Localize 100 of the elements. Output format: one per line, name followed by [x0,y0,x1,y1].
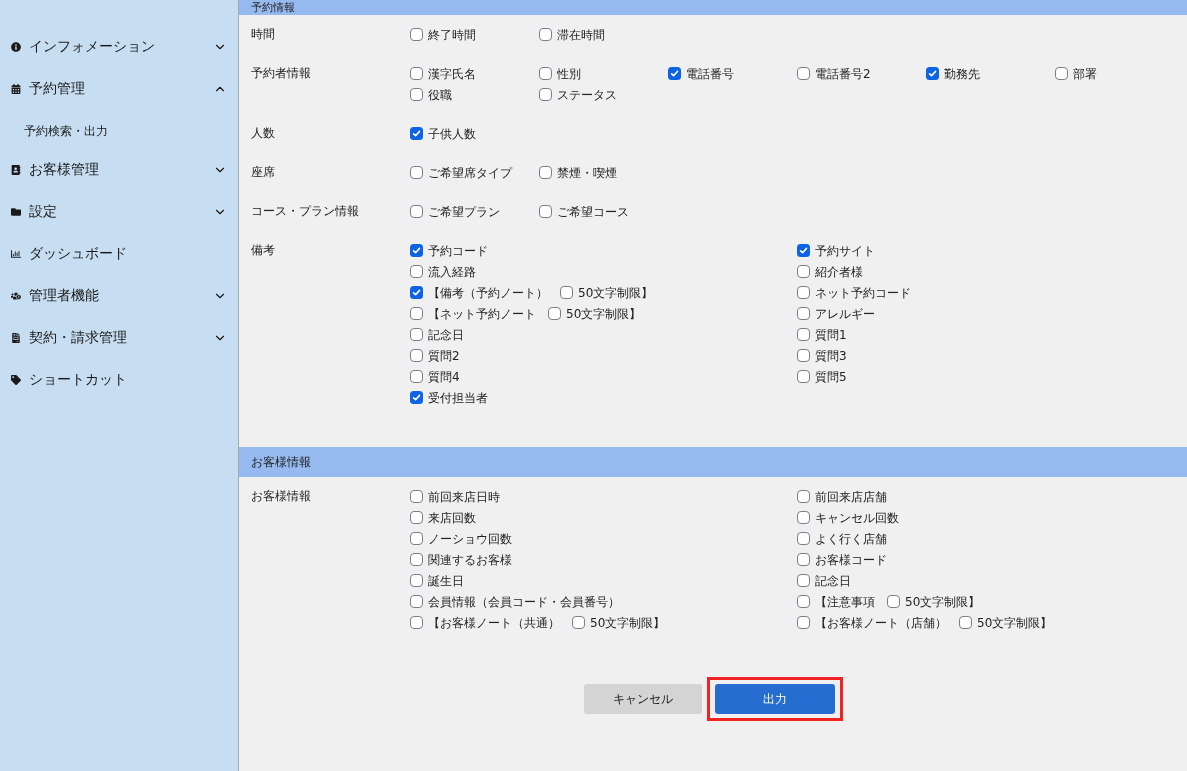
checkbox[interactable] [797,307,810,320]
checkbox-label: 役職 [428,86,452,103]
checkbox[interactable] [539,67,552,80]
checkbox-label: 記念日 [815,572,851,589]
checkbox[interactable] [668,67,681,80]
checkbox[interactable] [797,574,810,587]
sidebar-item[interactable]: 設定 [0,191,238,233]
checkbox-label: 性別 [557,65,581,82]
checkbox[interactable] [410,574,423,587]
checkbox[interactable] [410,127,423,140]
sidebar-item[interactable]: ダッシュボード [0,233,238,275]
sidebar-item[interactable]: 管理者機能 [0,275,238,317]
checkbox[interactable] [539,88,552,101]
checkbox-label: 50文字制限】 [566,305,642,322]
checkbox-label: 紹介者様 [815,263,863,280]
checkbox-label: 来店回数 [428,509,476,526]
checkbox[interactable] [410,532,423,545]
checkbox[interactable] [410,88,423,101]
checkbox[interactable] [797,244,810,257]
checkbox[interactable] [797,265,810,278]
cancel-button[interactable]: キャンセル [583,684,702,714]
sidebar-subitem[interactable]: 予約検索・出力 [0,110,238,149]
checkbox-label: キャンセル回数 [815,509,899,526]
checkbox[interactable] [410,391,423,404]
checkbox-label: 勤務先 [944,65,980,82]
checkbox-label: 予約コード [428,242,488,259]
checkbox-label: 会員情報（会員コード・会員番号） [428,593,620,610]
checkbox-label: 【ネット予約ノート [428,305,536,322]
checkbox-label: 前回来店店舗 [815,488,887,505]
checkbox[interactable] [410,286,423,299]
checkbox-label: 【お客様ノート（店舗） [815,614,947,631]
section-header: お客様情報 [239,447,1187,477]
checkbox[interactable] [410,511,423,524]
checkbox[interactable] [410,28,423,41]
checkbox[interactable] [410,265,423,278]
checkbox-label: 【お客様ノート（共通） [428,614,560,631]
bar-chart-icon [11,249,21,259]
checkbox-label: ご希望コース [557,203,629,220]
checkbox[interactable] [410,553,423,566]
checkbox-label: 質問5 [815,368,847,385]
checkbox[interactable] [410,616,423,629]
checkbox-label: 質問1 [815,326,847,343]
row-label: 人数 [251,125,276,142]
sidebar-item[interactable]: 予約管理 [0,68,238,110]
checkbox-label: 受付担当者 [428,389,488,406]
checkbox[interactable] [959,616,972,629]
checkbox-label: 予約サイト [815,242,875,259]
document-icon [11,333,21,343]
folder-icon [11,207,21,217]
checkbox-label: ネット予約コード [815,284,911,301]
checkbox[interactable] [797,616,810,629]
checkbox[interactable] [410,244,423,257]
section-header: 予約情報 [239,0,1187,15]
checkbox[interactable] [539,28,552,41]
checkbox-label: 50文字制限】 [578,284,654,301]
checkbox-label: 50文字制限】 [590,614,666,631]
checkbox[interactable] [1055,67,1068,80]
checkbox[interactable] [410,166,423,179]
checkbox[interactable] [410,205,423,218]
calendar-icon [11,84,21,94]
checkbox[interactable] [797,532,810,545]
checkbox[interactable] [797,349,810,362]
checkbox[interactable] [797,595,810,608]
checkbox[interactable] [572,616,585,629]
checkbox[interactable] [797,511,810,524]
checkbox-label: 子供人数 [428,125,476,142]
row-label: お客様情報 [251,488,312,505]
tag-icon [11,375,21,385]
checkbox[interactable] [410,307,423,320]
row-label: 時間 [251,26,276,43]
checkbox-label: 質問2 [428,347,460,364]
checkbox-label: 禁煙・喫煙 [557,164,617,181]
checkbox[interactable] [797,328,810,341]
sidebar-item[interactable]: 契約・請求管理 [0,317,238,359]
checkbox[interactable] [410,370,423,383]
checkbox[interactable] [410,490,423,503]
checkbox[interactable] [797,490,810,503]
row-label: コース・プラン情報 [251,203,360,220]
checkbox[interactable] [887,595,900,608]
checkbox-label: 50文字制限】 [977,614,1053,631]
checkbox[interactable] [539,166,552,179]
checkbox-label: 電話番号2 [815,65,871,82]
checkbox[interactable] [797,553,810,566]
export-button[interactable]: 出力 [714,684,835,714]
checkbox[interactable] [539,205,552,218]
checkbox[interactable] [548,307,561,320]
checkbox-label: ご希望席タイプ [428,164,512,181]
checkbox-label: ステータス [557,86,617,103]
checkbox[interactable] [410,67,423,80]
checkbox[interactable] [797,286,810,299]
checkbox[interactable] [410,349,423,362]
checkbox[interactable] [410,595,423,608]
checkbox[interactable] [410,328,423,341]
checkbox[interactable] [926,67,939,80]
checkbox[interactable] [797,370,810,383]
checkbox[interactable] [797,67,810,80]
sidebar-item[interactable]: ショートカット [0,359,238,401]
sidebar-item[interactable]: インフォメーション [0,26,238,68]
sidebar-item[interactable]: お客様管理 [0,149,238,191]
checkbox[interactable] [560,286,573,299]
